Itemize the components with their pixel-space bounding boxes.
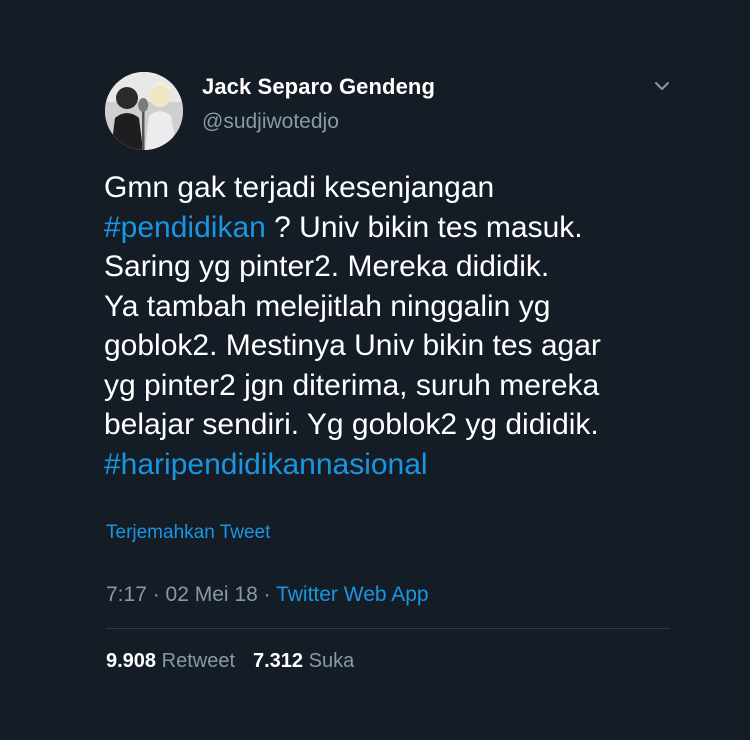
display-name[interactable]: Jack Separo Gendeng: [202, 74, 435, 100]
tweet-text-line: belajar sendiri. Yg goblok2 yg dididik.: [104, 405, 704, 445]
meta-separator: ·: [257, 583, 277, 606]
tweet-text-segment: yg pinter2 jgn diterima, suruh mereka: [104, 368, 600, 402]
user-avatar[interactable]: [105, 72, 183, 150]
tweet-text-line: #pendidikan ? Univ bikin tes masuk.: [104, 208, 704, 248]
retweet-stat[interactable]: 9.908 Retweet: [106, 650, 235, 672]
tweet-text-line: Ya tambah melejitlah ninggalin yg: [104, 287, 704, 327]
like-count: 7.312: [253, 650, 304, 672]
meta-separator: ·: [146, 583, 166, 606]
tweet-text-segment: Ya tambah melejitlah ninggalin yg: [104, 289, 551, 323]
tweet-text-line: Gmn gak terjadi kesenjangan: [104, 168, 704, 208]
divider: [106, 628, 670, 629]
tweet-text-line: yg pinter2 jgn diterima, suruh mereka: [104, 366, 704, 406]
tweet-source-link[interactable]: Twitter Web App: [276, 583, 429, 606]
avatar-photo-icon: [105, 72, 183, 150]
tweet-text-segment: belajar sendiri. Yg goblok2 yg dididik.: [104, 408, 599, 441]
tweet-card: Jack Separo Gendeng @sudjiwotedjo Gmn ga…: [0, 0, 750, 740]
tweet-text: Gmn gak terjadi kesenjangan #pendidikan ?…: [104, 168, 704, 484]
tweet-text-segment: Saring yg pinter2. Mereka dididik.: [104, 250, 550, 283]
tweet-date[interactable]: 02 Mei 18: [166, 583, 258, 606]
retweet-count: 9.908: [106, 650, 157, 672]
retweet-label: Retweet: [161, 650, 235, 672]
tweet-time[interactable]: 7:17: [106, 583, 147, 606]
tweet-text-segment: Gmn gak terjadi kesenjangan: [104, 171, 495, 204]
like-stat[interactable]: 7.312 Suka: [253, 650, 354, 672]
chevron-down-icon[interactable]: [652, 76, 672, 96]
user-handle[interactable]: @sudjiwotedjo: [202, 110, 339, 134]
translate-tweet-link[interactable]: Terjemahkan Tweet: [106, 522, 270, 544]
tweet-text-line: #haripendidikannasional: [104, 445, 704, 485]
tweet-meta: 7:17 · 02 Mei 18 · Twitter Web App: [106, 583, 429, 607]
tweet-stats: 9.908 Retweet 7.312 Suka: [106, 650, 354, 673]
like-label: Suka: [308, 650, 355, 672]
tweet-text-segment: ? Univ bikin tes masuk.: [265, 210, 583, 244]
hashtag-link[interactable]: #haripendidikannasional: [104, 448, 428, 481]
tweet-text-segment: goblok2. Mestinya Univ bikin tes agar: [104, 329, 601, 362]
tweet-text-line: goblok2. Mestinya Univ bikin tes agar: [104, 326, 704, 366]
tweet-text-line: Saring yg pinter2. Mereka dididik.: [104, 247, 704, 287]
hashtag-link[interactable]: #pendidikan: [104, 211, 266, 244]
